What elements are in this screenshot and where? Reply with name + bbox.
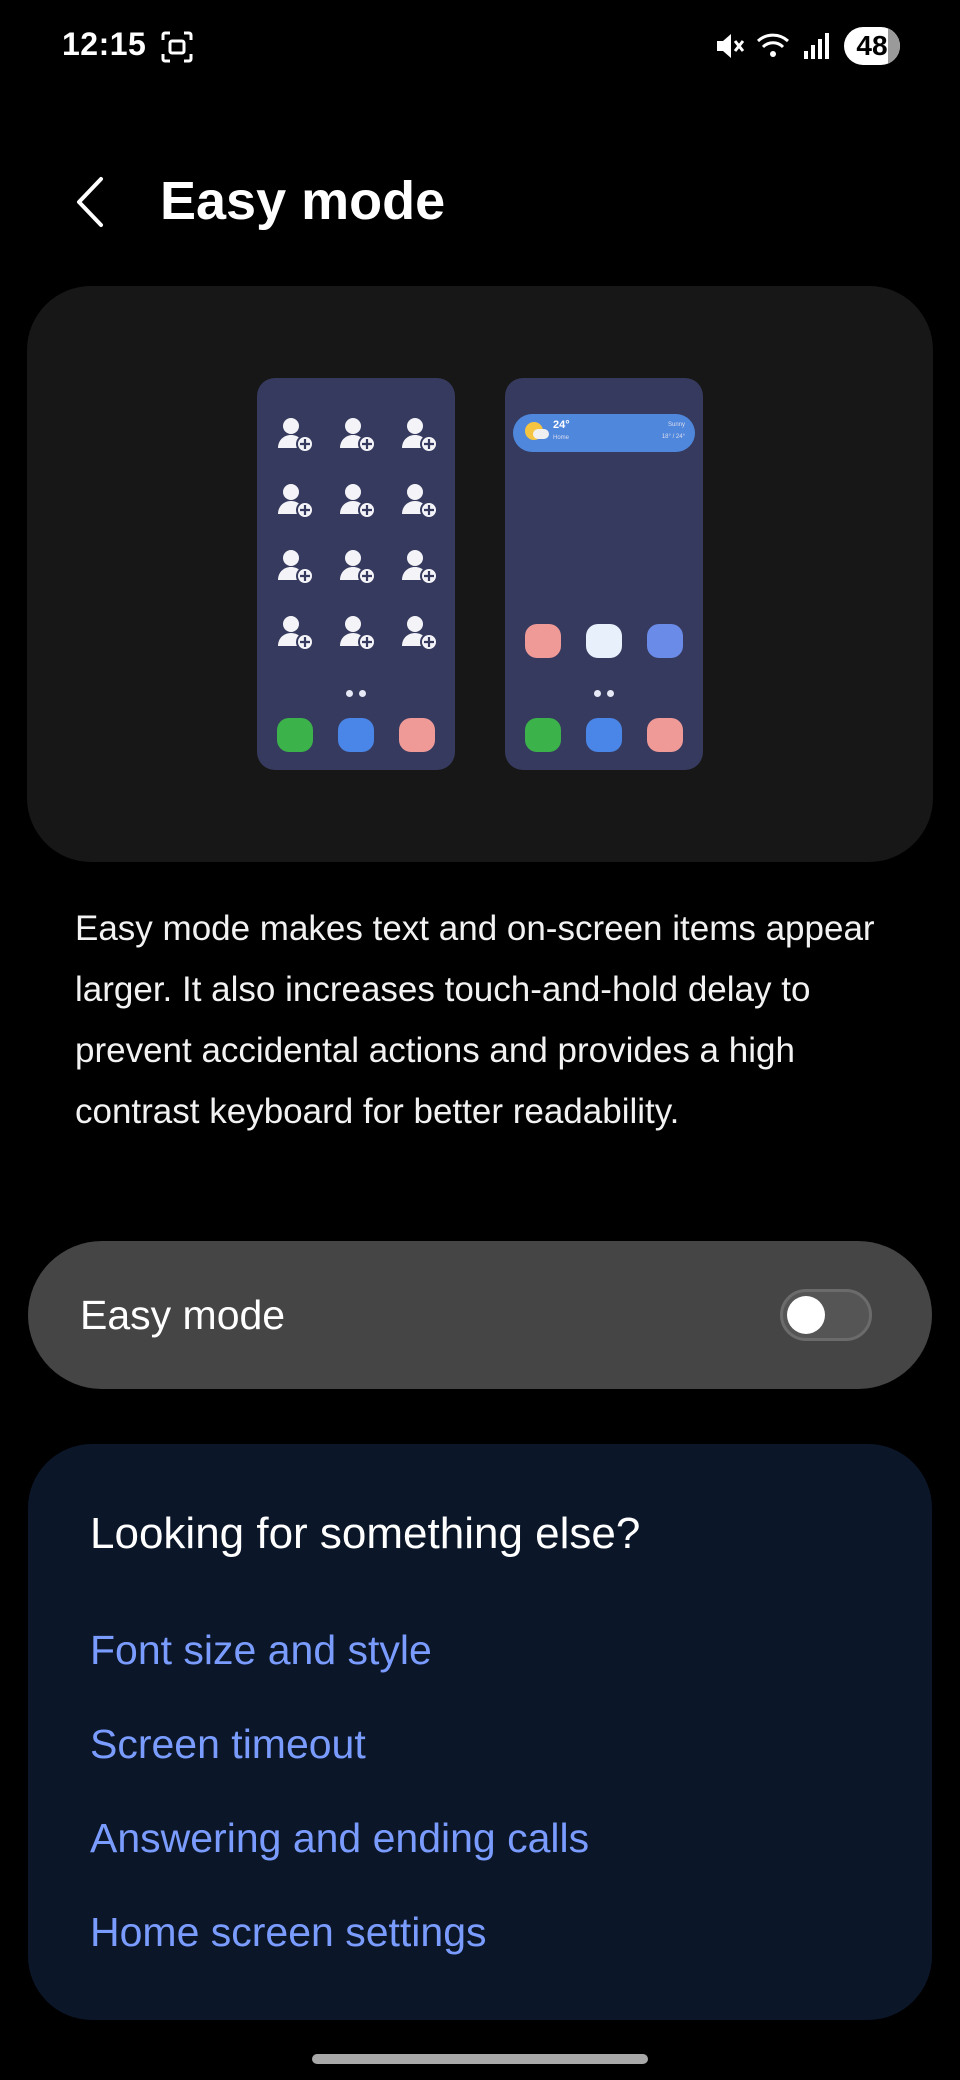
add-contact-icon [402, 550, 438, 585]
link-answering-and-ending-calls[interactable]: Answering and ending calls [90, 1810, 589, 1866]
battery-indicator: 48 [844, 27, 900, 65]
add-contact-icon [340, 418, 376, 453]
app-icon [525, 624, 561, 658]
weather-high-low: 18° / 24° [661, 434, 685, 440]
status-icons: 48 [712, 26, 900, 66]
link-screen-timeout[interactable]: Screen timeout [90, 1716, 366, 1772]
add-contact-icon [340, 484, 376, 519]
battery-level: 48 [856, 30, 888, 61]
easy-mode-toggle-row[interactable]: Easy mode [28, 1241, 932, 1389]
app-icon [399, 718, 435, 752]
app-icon [277, 718, 313, 752]
app-icon [525, 718, 561, 752]
standard-home-screen-preview [257, 378, 455, 770]
contact-icon-grid [275, 414, 438, 652]
add-contact-icon [402, 418, 438, 453]
home-indicator[interactable] [312, 2054, 648, 2064]
app-icon [647, 624, 683, 658]
easy-home-screen-preview: 24° Home Sunny 18° / 24° [505, 378, 703, 770]
weather-widget: 24° Home Sunny 18° / 24° [513, 414, 695, 452]
wifi-icon [756, 33, 790, 57]
back-button[interactable] [60, 162, 120, 242]
signal-icon [804, 33, 829, 59]
app-icon [586, 718, 622, 752]
link-home-screen-settings[interactable]: Home screen settings [90, 1904, 487, 1960]
app-row [525, 624, 683, 658]
add-contact-icon [278, 484, 314, 519]
mute-icon [717, 34, 745, 58]
add-contact-icon [278, 616, 314, 651]
suggestions-card: Looking for something else? Font size an… [28, 1444, 932, 2020]
app-icon [647, 718, 683, 752]
app-icon [586, 624, 622, 658]
easy-mode-description: Easy mode makes text and on-screen items… [75, 909, 875, 1131]
weather-condition: Sunny [667, 422, 685, 428]
weather-temp: 24° [553, 419, 570, 431]
add-contact-icon [402, 616, 438, 651]
chevron-left-icon [77, 177, 103, 227]
weather-location: Home [553, 435, 570, 441]
cloud-icon [533, 429, 549, 439]
add-contact-icon [278, 550, 314, 585]
suggestions-title: Looking for something else? [90, 1509, 641, 1558]
add-contact-icon [278, 418, 314, 453]
status-time: 12:15 [62, 26, 147, 62]
dock [277, 718, 435, 752]
easy-mode-toggle-label: Easy mode [80, 1292, 286, 1338]
switch-knob [787, 1296, 825, 1334]
link-font-size-and-style[interactable]: Font size and style [90, 1622, 432, 1678]
page-title: Easy mode [160, 171, 446, 231]
page-dots [346, 690, 366, 697]
status-bar: 12:15 48 [0, 0, 960, 96]
screenshot-icon [161, 31, 193, 63]
easy-mode-switch[interactable] [780, 1289, 872, 1341]
easy-mode-illustration: 24° Home Sunny 18° / 24° [27, 286, 933, 862]
dock [525, 718, 683, 752]
app-icon [338, 718, 374, 752]
add-contact-icon [340, 550, 376, 585]
page-dots [594, 690, 614, 697]
add-contact-icon [402, 484, 438, 519]
add-contact-icon [340, 616, 376, 651]
